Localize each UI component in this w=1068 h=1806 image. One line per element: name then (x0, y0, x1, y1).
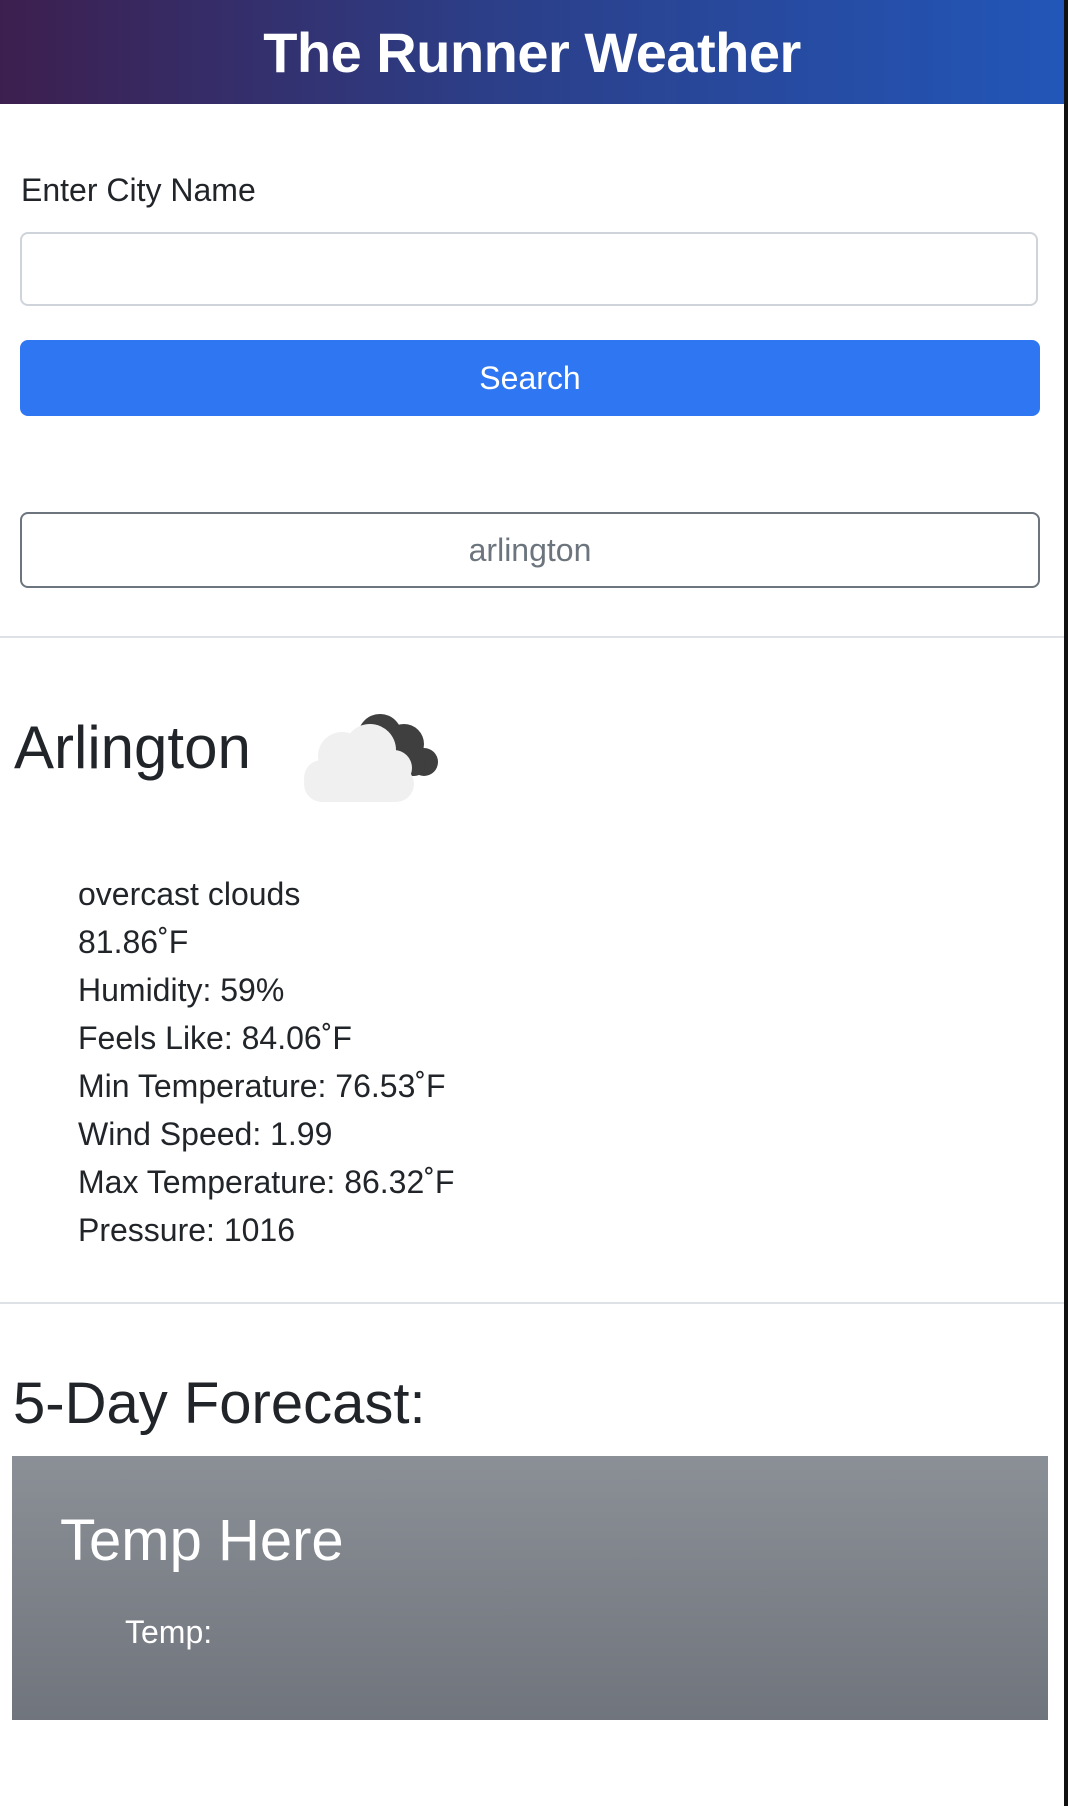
feels-like: Feels Like: 84.06˚F (78, 1020, 352, 1056)
search-button[interactable]: Search (20, 340, 1040, 416)
forecast-title: 5-Day Forecast: (13, 1371, 426, 1436)
min-temperature: Min Temperature: 76.53˚F (78, 1068, 446, 1104)
humidity: Humidity: 59% (78, 972, 285, 1008)
pressure: Pressure: 1016 (78, 1212, 296, 1248)
max-temperature: Max Temperature: 86.32˚F (78, 1164, 455, 1200)
current-weather-details: overcast clouds 81.86˚F Humidity: 59% Fe… (78, 870, 454, 1254)
app-header: The Runner Weather (0, 0, 1064, 104)
forecast-card-temp: Temp: (125, 1614, 213, 1650)
current-city-name: Arlington (14, 714, 251, 781)
section-divider (0, 1302, 1064, 1304)
page: The Runner Weather Enter City Name Searc… (0, 0, 1064, 1806)
section-divider (0, 636, 1064, 638)
city-search-input[interactable] (20, 232, 1038, 306)
forecast-card-title: Temp Here (60, 1508, 344, 1573)
wind-speed: Wind Speed: 1.99 (78, 1116, 333, 1152)
window-edge (1064, 0, 1068, 1806)
app-title: The Runner Weather (263, 20, 801, 84)
temperature: 81.86˚F (78, 924, 189, 960)
overcast-clouds-icon (304, 714, 438, 802)
city-name-label: Enter City Name (21, 172, 256, 208)
forecast-card: Temp Here Temp: (12, 1456, 1048, 1720)
weather-description: overcast clouds (78, 876, 301, 912)
history-city-button[interactable]: arlington (20, 512, 1040, 588)
